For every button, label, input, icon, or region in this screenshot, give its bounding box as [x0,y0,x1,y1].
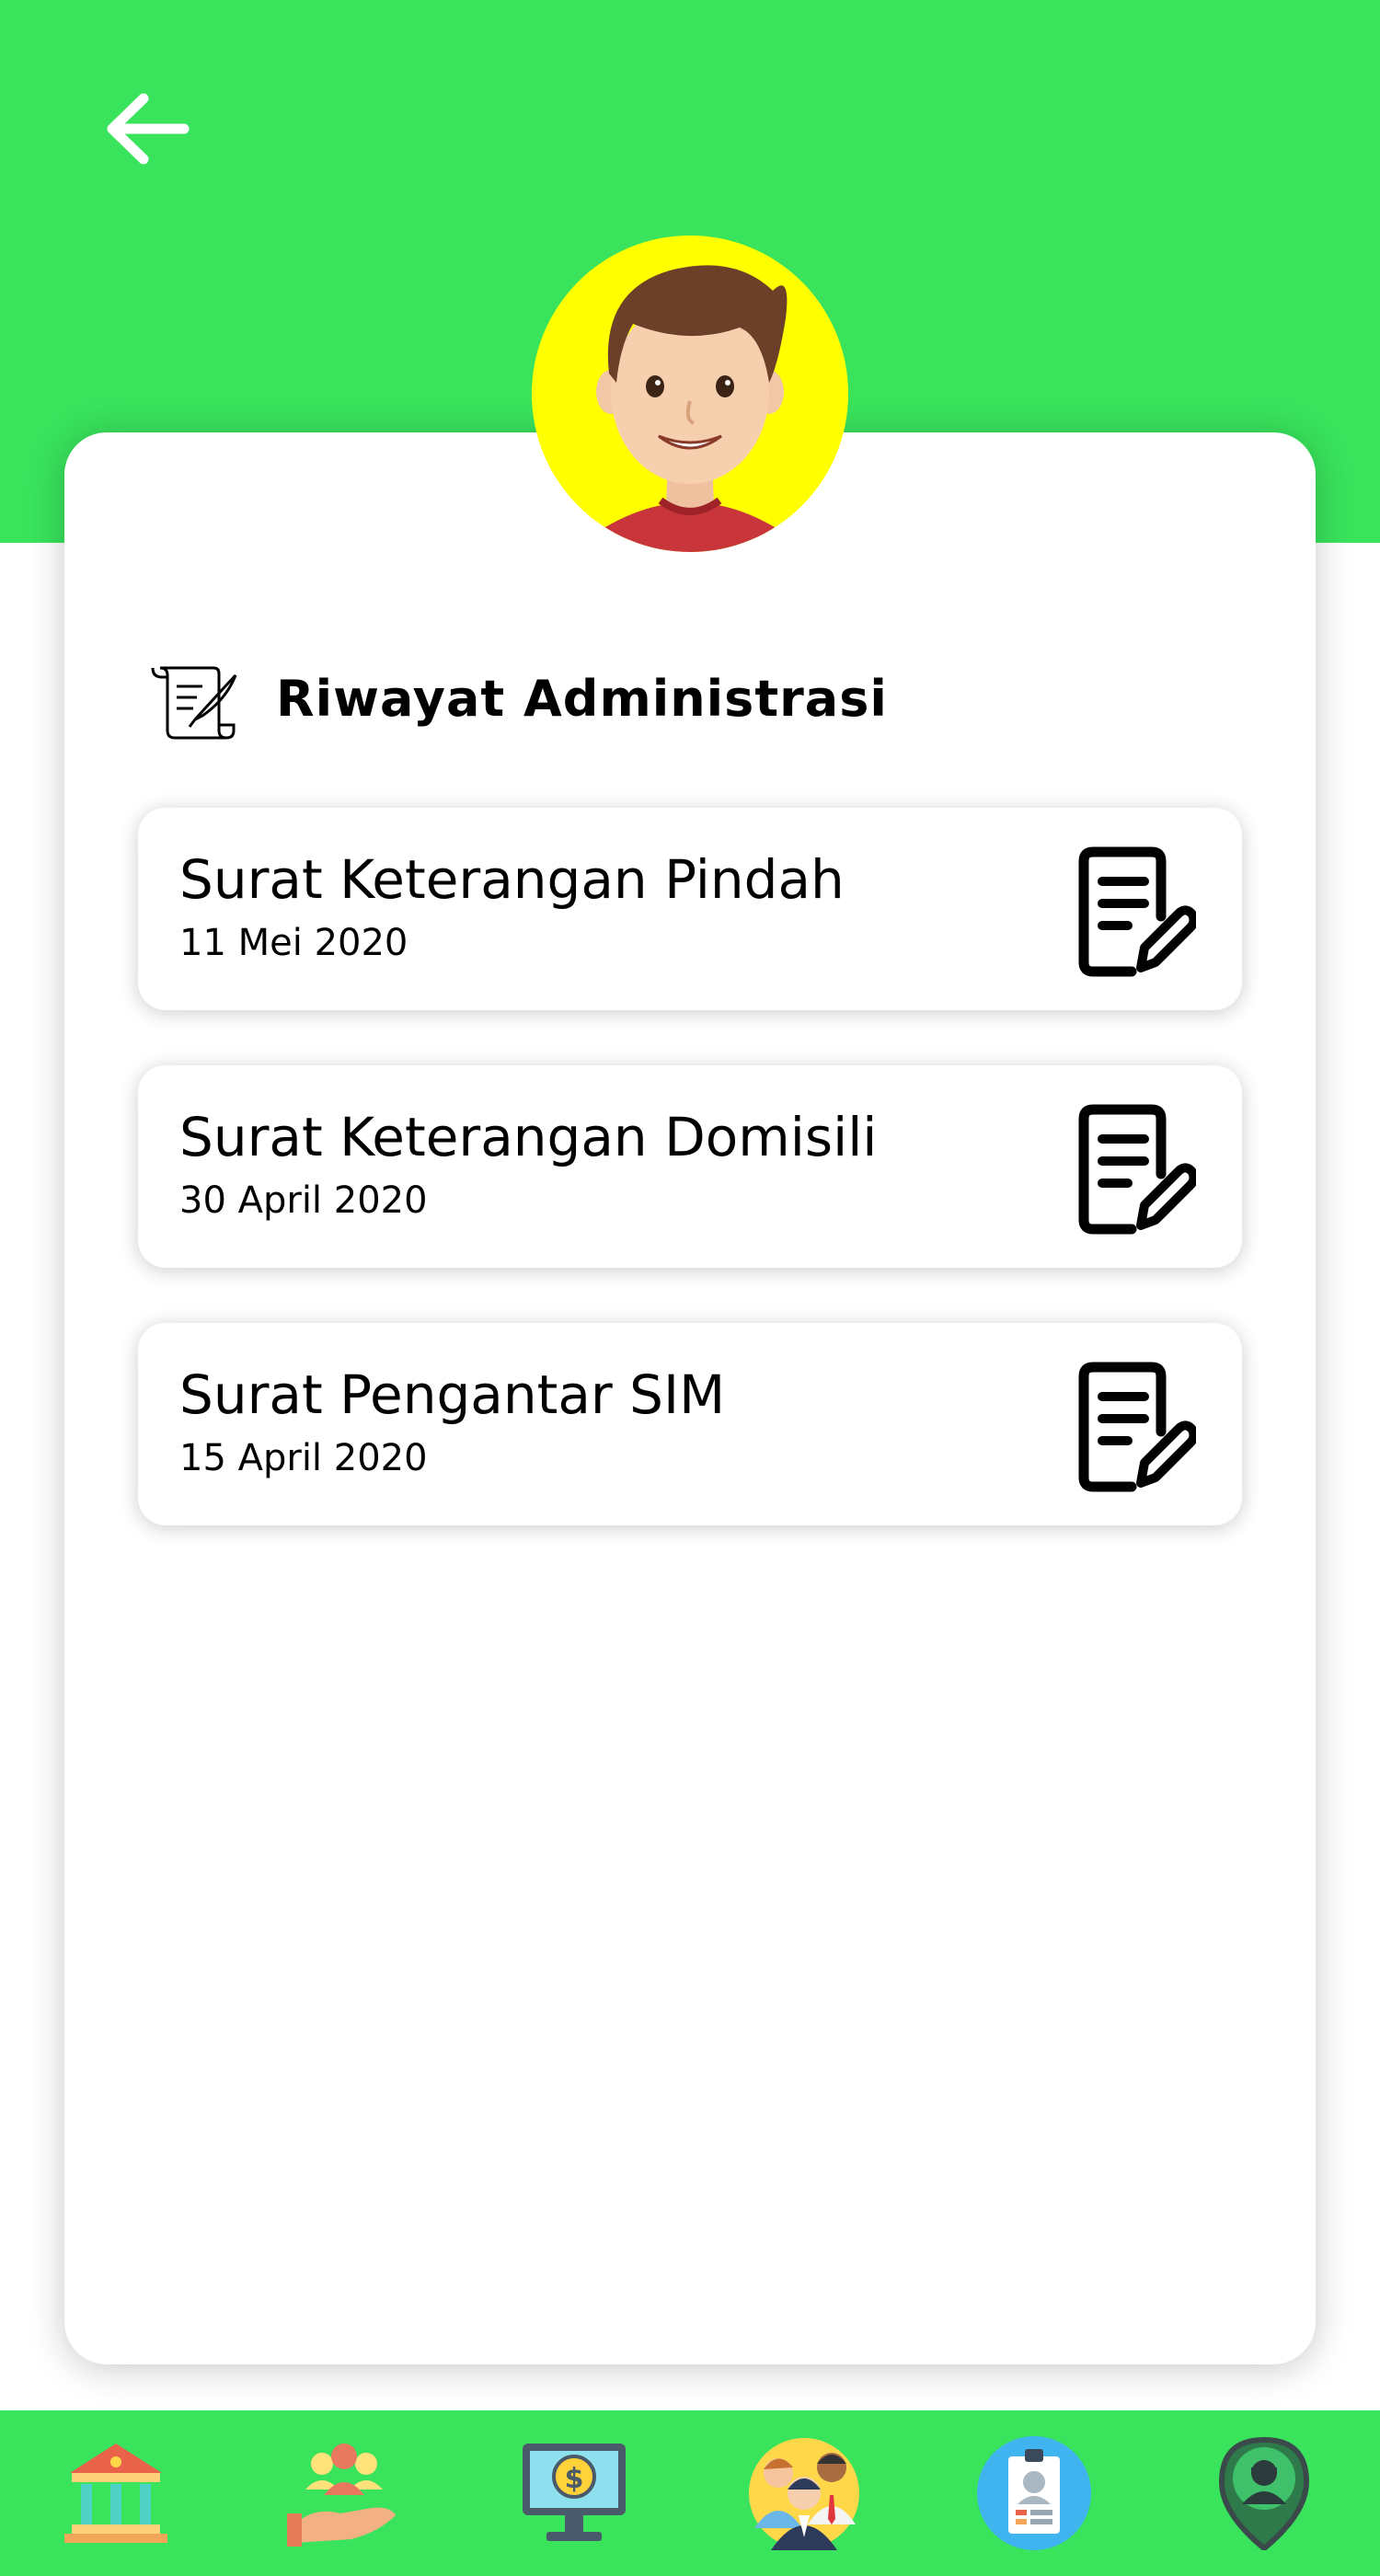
nav-id-card[interactable] [977,2436,1091,2550]
location-person-icon [1218,2436,1310,2552]
government-building-icon [64,2444,167,2543]
nav-community[interactable] [287,2436,401,2550]
id-card-icon [977,2436,1091,2550]
arrow-left-icon [107,93,190,165]
document-edit-icon [1078,846,1196,977]
history-item-domisili[interactable]: Surat Keterangan Domisili 30 April 2020 [138,1065,1242,1268]
document-edit-icon [1078,1362,1196,1492]
nav-people[interactable] [747,2436,861,2550]
history-item-title: Surat Keterangan Pindah [179,848,845,911]
history-item-date: 11 Mei 2020 [179,922,408,964]
user-avatar-icon [532,236,848,552]
history-item-title: Surat Pengantar SIM [179,1363,726,1426]
section-title: Riwayat Administrasi [276,670,888,728]
people-group-icon [749,2438,859,2550]
avatar[interactable] [532,236,848,552]
finance-monitor-icon: $ [523,2444,626,2541]
history-item-sim[interactable]: Surat Pengantar SIM 15 April 2020 [138,1323,1242,1525]
history-item-pindah[interactable]: Surat Keterangan Pindah 11 Mei 2020 [138,808,1242,1010]
history-item-date: 30 April 2020 [179,1179,428,1222]
nav-finance[interactable]: $ [517,2436,631,2550]
section-header: Riwayat Administrasi [147,655,1159,747]
nav-government[interactable] [59,2436,173,2550]
back-button[interactable] [101,87,193,170]
svg-text:$: $ [565,2463,584,2495]
community-assistance-icon [287,2444,396,2547]
bottom-navigation: $ [0,2410,1380,2576]
document-edit-icon [1078,1104,1196,1235]
scroll-quill-icon [151,666,237,740]
nav-location[interactable] [1207,2436,1321,2552]
history-item-title: Surat Keterangan Domisili [179,1106,878,1168]
history-item-date: 15 April 2020 [179,1437,428,1479]
